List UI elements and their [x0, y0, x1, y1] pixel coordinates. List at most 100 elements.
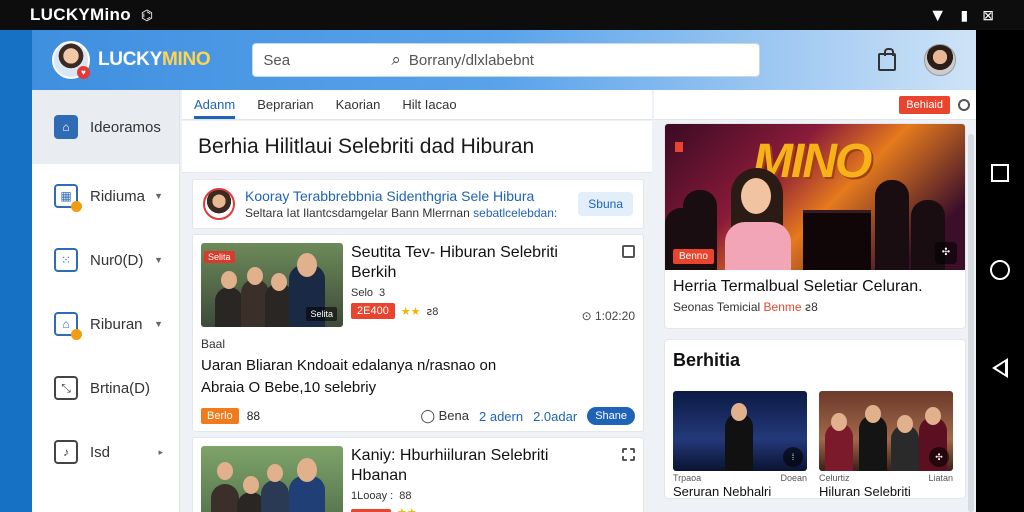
- hero-card[interactable]: MINO Benno ✣ Herria Termalbual Seletiar …: [664, 123, 966, 329]
- sidebar-item-label: Nur0(D): [90, 251, 144, 269]
- article-label: Baal: [201, 337, 226, 351]
- tab-adanm[interactable]: Adanm: [194, 97, 236, 119]
- article-description: Uaran Bliaran Kndoait edalanya n/rasnao …: [201, 357, 497, 396]
- news-item[interactable]: ✣ Celurtiz Liatan Hiluran Selebriti: [819, 391, 953, 499]
- rating-stars: ★★: [400, 305, 421, 318]
- share-button[interactable]: Shane: [587, 407, 635, 425]
- search-icon[interactable]: ⌕: [391, 50, 401, 70]
- sidebar-item-riburan[interactable]: ⌂ Riburan ▼: [32, 292, 179, 356]
- article-footer: Berlo 88 ◯ Bena 2 adern 2.0adar Shane: [201, 407, 635, 425]
- thumbnail-badge: Selita: [204, 251, 235, 263]
- heart-icon: ♥: [77, 66, 90, 79]
- category-badge: Berlo: [201, 408, 239, 424]
- hero-meta: Seonas Temicial Benme ꙅ8: [673, 300, 818, 314]
- right-toolbar: Behiaid: [654, 90, 976, 120]
- sidebar-item-label: Riburan: [90, 315, 143, 333]
- article-thumbnail[interactable]: [201, 446, 343, 512]
- dice-icon: ⁙: [54, 248, 78, 272]
- avatar: [203, 188, 235, 220]
- status-badge: [351, 508, 391, 512]
- app-header: ♥ LUCKYMINO Sea ⌕ Borrany/dlxlabebnt: [32, 30, 976, 90]
- sidebar-item-label: Isd: [90, 443, 111, 461]
- sidebar-item-ideoramos[interactable]: ⌂ Ideoramos: [32, 90, 179, 164]
- recents-button[interactable]: [991, 164, 1009, 182]
- user-avatar[interactable]: [924, 44, 956, 76]
- rating-stars: ★★: [397, 506, 417, 512]
- home-alt-icon: ⌂: [54, 312, 82, 340]
- search-placeholder: Borrany/dlxlabebnt: [408, 51, 534, 69]
- app-logo[interactable]: ♥ LUCKYMINO: [52, 41, 211, 79]
- views-count: ◯ Bena: [420, 408, 469, 423]
- chevron-right-icon: ▸: [158, 446, 163, 457]
- home-button[interactable]: [990, 260, 1010, 280]
- right-panel: Behiaid MINO Benno ✣ Herria Termalbual S…: [654, 90, 976, 512]
- search-input[interactable]: Sea ⌕ Borrany/dlxlabebnt: [252, 43, 761, 77]
- wifi-icon: ▼: [928, 4, 947, 25]
- article-meta: Selo 3: [351, 287, 386, 299]
- battery-icon: ▮: [960, 6, 969, 23]
- article-title[interactable]: Kaniy: Hburhiiluran Selebriti Hbanan: [351, 446, 635, 486]
- time-ago: 2 adern: [479, 408, 524, 424]
- signal-icon: ⌬: [140, 6, 154, 23]
- thumbnail-corner-badge: Selita: [306, 307, 337, 321]
- bookmark-icon[interactable]: [622, 448, 635, 461]
- music-icon: ♪: [54, 440, 78, 464]
- featured-subtitle: Seltara Iat Ilantcsdamgelar Bann Mlerrna…: [245, 206, 558, 220]
- play-icon[interactable]: ✣: [935, 242, 957, 264]
- hero-image[interactable]: MINO Benno ✣: [665, 124, 965, 270]
- article-card[interactable]: Kaniy: Hburhiiluran Selebriti Hbanan 1Loo…: [192, 437, 644, 512]
- chevron-down-icon: ▼: [154, 191, 163, 201]
- action-button[interactable]: Behiaid: [899, 95, 950, 114]
- piano: [803, 210, 871, 270]
- tab-kaorian[interactable]: Kaorian: [336, 97, 381, 119]
- comments-count: 2.0adar: [533, 408, 578, 424]
- sidebar-item-label: Brtina(D): [90, 379, 151, 397]
- chevron-down-icon: ▼: [154, 255, 163, 265]
- news-section: Berhitia ⁞ TrpaoaDoean Seruran Nebhalri: [664, 339, 966, 499]
- status-badge: 2E400: [351, 303, 395, 319]
- sidebar-item-ridiuma[interactable]: ▦ Ridiuma ▼: [32, 164, 179, 228]
- timestamp: ⊙ 1:02:20: [581, 309, 635, 323]
- article-title[interactable]: Seutita Tev- Hiburan Selebriti Berkih: [351, 243, 635, 283]
- featured-title[interactable]: Kooray Terabbrebbnia Sidenthgria Sele Hi…: [245, 188, 578, 204]
- article-card[interactable]: Selita Selita Seutita Tev- Hiburan Seleb…: [192, 234, 644, 432]
- home-icon: ⌂: [54, 115, 78, 139]
- featured-row[interactable]: Kooray Terabbrebbnia Sidenthgria Sele Hi…: [192, 179, 644, 229]
- news-caption[interactable]: Hiluran Selebriti: [819, 484, 953, 499]
- tab-bar: Adanm Beprarian Kaorian Hilt Iacao: [182, 90, 652, 120]
- back-button[interactable]: [992, 358, 1008, 378]
- notification-icon[interactable]: [958, 98, 970, 111]
- play-icon[interactable]: ⁞: [783, 447, 803, 467]
- calendar-icon: ▦: [54, 184, 82, 212]
- scrollbar[interactable]: [968, 134, 974, 512]
- bookmark-icon[interactable]: [622, 245, 635, 258]
- shopping-bag-icon[interactable]: [878, 48, 896, 71]
- article-thumbnail[interactable]: Selita Selita: [201, 243, 343, 327]
- signal-x-icon: ⊠: [982, 6, 994, 23]
- system-nav-bar: [976, 30, 1024, 512]
- section-title: Berhitia: [673, 350, 741, 370]
- news-caption[interactable]: Seruran Nebhalri: [673, 484, 807, 499]
- play-icon[interactable]: ✣: [929, 447, 949, 467]
- sidebar-item-nur[interactable]: ⁙ Nur0(D) ▼: [32, 228, 179, 292]
- logo-avatar: ♥: [52, 41, 90, 79]
- hero-caption[interactable]: Herria Termalbual Seletiar Celuran.: [665, 270, 965, 296]
- tab-beprarian[interactable]: Beprarian: [257, 97, 313, 119]
- featured-link[interactable]: sebatlcelebdan:: [473, 206, 557, 220]
- main-content: Adanm Beprarian Kaorian Hilt Iacao Berhi…: [182, 90, 652, 512]
- news-item[interactable]: ⁞ Trpaoa Doean Seruran Nebhalri: [673, 391, 807, 499]
- sidebar: ⌂ Ideoramos ▦ Ridiuma ▼ ⁙ Nur0(D) ▼ ⌂ Ri…: [32, 90, 180, 512]
- page-title: Berhia Hilitlaui Selebriti dad Hiburan: [198, 134, 535, 158]
- tab-hilt-iacao[interactable]: Hilt Iacao: [402, 97, 456, 119]
- sidebar-item-label: Ideoramos: [90, 118, 161, 136]
- chevron-down-icon: ▼: [154, 319, 163, 329]
- follow-button[interactable]: Sbuna: [578, 192, 633, 216]
- article-meta: 1Looay :88: [351, 490, 412, 502]
- news-thumbnail[interactable]: ✣: [819, 391, 953, 471]
- news-thumbnail[interactable]: ⁞: [673, 391, 807, 471]
- sidebar-item-isd[interactable]: ♪ Isd ▸: [32, 420, 179, 484]
- chart-icon: ⤡: [54, 376, 78, 400]
- hero-flag-icon: [675, 142, 683, 152]
- sidebar-item-brtina[interactable]: ⤡ Brtina(D): [32, 356, 179, 420]
- status-title: LUCKYMino: [30, 5, 131, 24]
